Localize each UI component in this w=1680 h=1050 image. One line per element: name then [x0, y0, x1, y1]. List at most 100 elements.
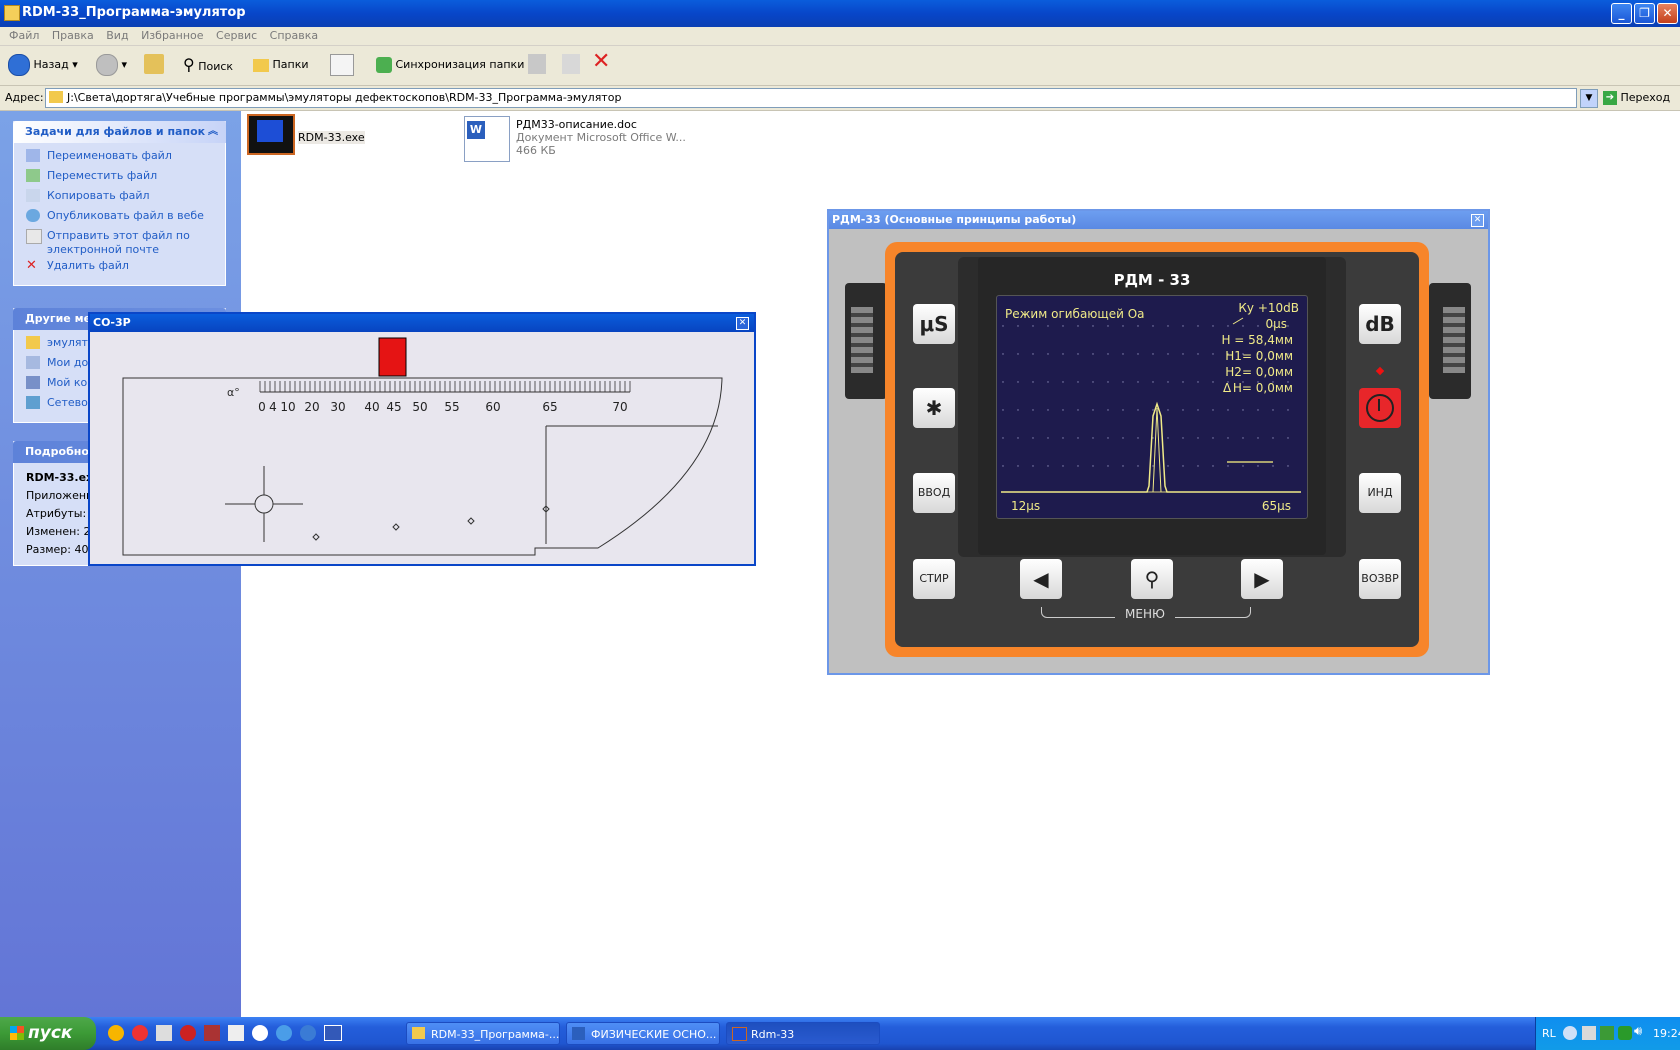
erase-button[interactable]: СТИР	[913, 559, 955, 599]
file-tasks-header[interactable]: Задачи для файлов и папок ︽	[13, 121, 226, 143]
quicklaunch-icon[interactable]	[180, 1025, 196, 1041]
grid-dot	[1017, 381, 1019, 383]
grid-dot	[1227, 437, 1229, 439]
enter-button[interactable]: ВВОД	[913, 473, 955, 513]
close-button[interactable]: ✕	[1657, 3, 1678, 24]
search-button[interactable]: ⚲ Поиск	[183, 54, 233, 76]
grid-dot	[1122, 409, 1124, 411]
magnify-button[interactable]: ⚲	[1131, 559, 1173, 599]
grid-dot	[1077, 465, 1079, 467]
menu-file[interactable]: Файл	[9, 29, 39, 42]
grid-dot	[1062, 437, 1064, 439]
grid-dot	[1047, 409, 1049, 411]
task-explorer[interactable]: RDM-33_Программа-...	[406, 1022, 560, 1045]
delete-icon[interactable]: ✕	[592, 51, 610, 73]
address-input[interactable]: J:\Света\дортяга\Учебные программы\эмуля…	[45, 88, 1577, 108]
grid-dot	[1002, 381, 1004, 383]
co3p-window[interactable]: СО-3Р ✕ 0 4 10 20 30 40 45 50 55 60 65 70 α°	[88, 312, 756, 566]
grid-dot	[1257, 437, 1259, 439]
task-rdm33[interactable]: Rdm-33	[726, 1022, 880, 1045]
language-indicator[interactable]: RL	[1542, 1027, 1556, 1040]
forward-button[interactable]: ▾	[96, 54, 127, 76]
sync-button[interactable]: Синхронизация папки	[376, 54, 524, 76]
email-file-link[interactable]: Отправить этот файл по электронной почте	[26, 229, 225, 259]
ind-button[interactable]: ИНД	[1359, 473, 1401, 513]
scale-tick-label: 50	[412, 400, 427, 414]
views-icon[interactable]	[330, 54, 354, 76]
power-button[interactable]	[1359, 388, 1401, 428]
power-indicator	[1375, 366, 1385, 376]
grid-dot	[1287, 409, 1289, 411]
quicklaunch-icon[interactable]	[156, 1025, 172, 1041]
tray-icon[interactable]	[1582, 1026, 1596, 1040]
tray-icon[interactable]	[1600, 1026, 1614, 1040]
volume-icon[interactable]: 🔊︎	[1634, 1024, 1642, 1039]
address-dropdown-icon[interactable]: ▼	[1580, 89, 1598, 108]
menu-tools[interactable]: Сервис	[216, 29, 257, 42]
grid-dot	[1122, 381, 1124, 383]
move-file-link[interactable]: Переместить файл	[26, 169, 225, 189]
folders-button[interactable]: Папки	[253, 54, 309, 76]
menu-view[interactable]: Вид	[106, 29, 128, 42]
grid-dot	[1032, 409, 1034, 411]
start-button[interactable]: пуск	[0, 1017, 96, 1050]
quicklaunch-icon[interactable]	[252, 1025, 268, 1041]
grid-dot	[1212, 465, 1214, 467]
grid-dot	[1287, 437, 1289, 439]
grid-dot	[1272, 409, 1274, 411]
quicklaunch-icon[interactable]	[132, 1025, 148, 1041]
rdm33-title-bar[interactable]: РДМ-33 (Основные принципы работы) ✕	[829, 211, 1488, 229]
grid-dot	[1017, 353, 1019, 355]
menu-label: МЕНЮ	[1115, 607, 1175, 621]
co3p-drawing: 0 4 10 20 30 40 45 50 55 60 65 70 α°	[122, 337, 723, 556]
grid-dot	[1197, 353, 1199, 355]
grid-dot	[1242, 409, 1244, 411]
tray-expand-icon[interactable]	[1563, 1026, 1577, 1040]
rdm33-close-button[interactable]: ✕	[1471, 214, 1484, 227]
star-button[interactable]: ✱	[913, 388, 955, 428]
publish-web-link[interactable]: Опубликовать файл в вебе	[26, 209, 225, 229]
maximize-button[interactable]: ❐	[1634, 3, 1655, 24]
envelope-icon	[26, 229, 42, 244]
rdm33-window[interactable]: РДМ-33 (Основные принципы работы) ✕ РДМ …	[827, 209, 1490, 675]
task-word-document[interactable]: ФИЗИЧЕСКИЕ ОСНО...	[566, 1022, 720, 1045]
co3p-close-button[interactable]: ✕	[736, 317, 749, 330]
quicklaunch-icon[interactable]	[204, 1025, 220, 1041]
window-title-bar[interactable]: RDM-33_Программа-эмулятор _ ❐ ✕	[0, 0, 1680, 27]
back-button[interactable]: Назад ▾	[8, 54, 78, 76]
delete-file-link[interactable]: ✕ Удалить файл	[26, 259, 225, 279]
go-button[interactable]: ➔ Переход	[1603, 89, 1670, 107]
us-button[interactable]: μS	[913, 304, 955, 344]
rename-file-link[interactable]: Переименовать файл	[26, 149, 225, 169]
grid-dot	[1017, 409, 1019, 411]
folder-up-icon[interactable]	[144, 54, 164, 74]
quicklaunch-icon[interactable]	[108, 1025, 124, 1041]
scale-tick-label: 4	[269, 400, 277, 414]
file-tasks-list: Переименовать файл Переместить файл Копи…	[13, 143, 226, 286]
ie-icon[interactable]	[300, 1025, 316, 1041]
copy-to-icon[interactable]	[562, 54, 580, 74]
move-to-icon[interactable]	[528, 54, 546, 74]
scale-tick-label: 65	[542, 400, 557, 414]
back-button[interactable]: ВОЗВР	[1359, 559, 1401, 599]
minimize-button[interactable]: _	[1611, 3, 1632, 24]
quicklaunch-icon[interactable]	[276, 1025, 292, 1041]
right-arrow-button[interactable]: ▶	[1241, 559, 1283, 599]
co3p-title-bar[interactable]: СО-3Р ✕	[90, 314, 754, 332]
copy-file-link[interactable]: Копировать файл	[26, 189, 225, 209]
angle-marker[interactable]	[378, 337, 407, 377]
menu-edit[interactable]: Правка	[52, 29, 94, 42]
quicklaunch-icon[interactable]	[228, 1025, 244, 1041]
collapse-icon[interactable]: ︽	[208, 121, 218, 143]
db-button[interactable]: dB	[1359, 304, 1401, 344]
menu-favorites[interactable]: Избранное	[141, 29, 203, 42]
grid-dot	[1092, 325, 1094, 327]
tray-icon[interactable]	[1618, 1026, 1632, 1040]
clock[interactable]: 19:24	[1653, 1027, 1680, 1040]
left-arrow-button[interactable]: ◀	[1020, 559, 1062, 599]
show-desktop-icon[interactable]	[324, 1025, 342, 1041]
grid-dot	[1137, 325, 1139, 327]
go-arrow-icon: ➔	[1603, 91, 1617, 105]
menu-help[interactable]: Справка	[270, 29, 318, 42]
left-arrow-icon: ◀	[1033, 567, 1049, 591]
